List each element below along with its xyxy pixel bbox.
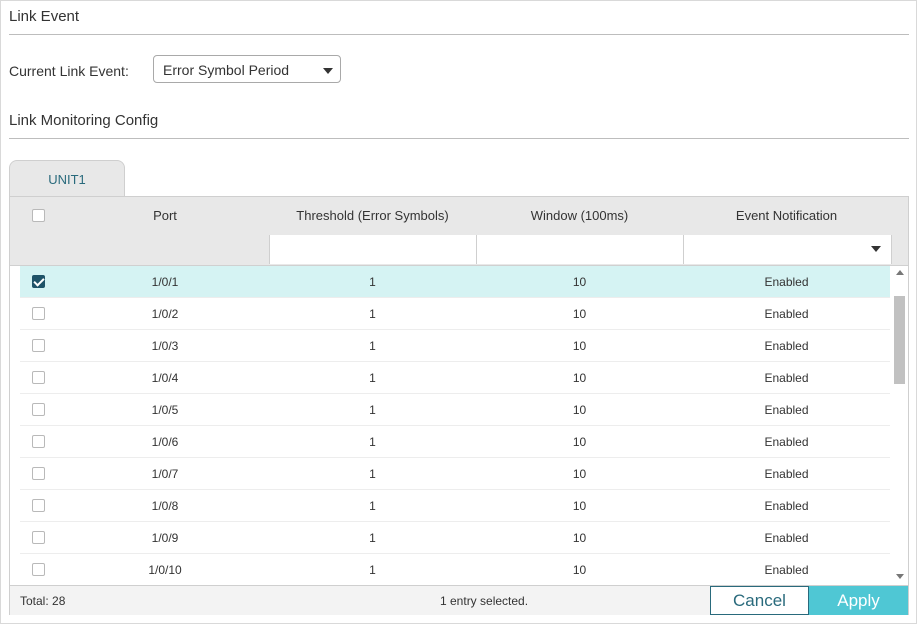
table-row[interactable]: 1/0/3 1 10 Enabled	[20, 330, 890, 362]
table-row[interactable]: 1/0/7 1 10 Enabled	[20, 458, 890, 490]
port-cell: 1/0/4	[151, 371, 179, 385]
event-notification-cell: Enabled	[764, 275, 809, 289]
scrollbar-thumb[interactable]	[894, 296, 905, 384]
column-header-threshold[interactable]: Threshold (Error Symbols)	[270, 208, 475, 223]
event-notification-cell: Enabled	[764, 467, 809, 481]
current-link-event-label: Current Link Event:	[9, 63, 129, 79]
table-body: 1/0/1 1 10 Enabled 1/0/2 1 10 Enabled 1/0/3 1 10 En…	[10, 266, 890, 586]
table-row[interactable]: 1/0/6 1 10 Enabled	[20, 426, 890, 458]
port-cell: 1/0/2	[151, 307, 179, 321]
row-checkbox[interactable]	[32, 563, 45, 576]
link-monitoring-table: Port Threshold (Error Symbols) Window (1…	[9, 196, 909, 615]
select-all-checkbox[interactable]	[32, 209, 45, 222]
window-cell: 10	[572, 563, 587, 577]
threshold-cell: 1	[369, 435, 376, 449]
table-row[interactable]: 1/0/8 1 10 Enabled	[20, 490, 890, 522]
scroll-down-arrow-icon[interactable]	[896, 574, 904, 579]
current-link-event-select[interactable]: Error Symbol Period	[153, 55, 341, 83]
port-cell: 1/0/6	[151, 435, 179, 449]
port-cell: 1/0/1	[151, 275, 179, 289]
total-count: Total: 28	[20, 594, 66, 608]
row-checkbox[interactable]	[32, 499, 45, 512]
link-event-section-title: Link Event	[9, 8, 80, 25]
threshold-cell: 1	[369, 307, 376, 321]
port-cell: 1/0/7	[151, 467, 179, 481]
table-row[interactable]: 1/0/2 1 10 Enabled	[20, 298, 890, 330]
row-checkbox[interactable]	[32, 467, 45, 480]
port-cell: 1/0/10	[148, 563, 182, 577]
row-checkbox[interactable]	[32, 435, 45, 448]
chevron-down-icon	[323, 68, 333, 74]
link-monitoring-section-title: Link Monitoring Config	[9, 112, 159, 129]
table-row[interactable]: 1/0/4 1 10 Enabled	[20, 362, 890, 394]
window-filter-input[interactable]	[476, 235, 683, 264]
window-cell: 10	[572, 467, 587, 481]
row-checkbox[interactable]	[32, 275, 45, 288]
event-notification-filter-select[interactable]	[683, 235, 892, 264]
current-link-event-value: Error Symbol Period	[163, 62, 290, 78]
row-checkbox[interactable]	[32, 307, 45, 320]
event-notification-cell: Enabled	[764, 563, 809, 577]
event-notification-cell: Enabled	[764, 339, 809, 353]
apply-button[interactable]: Apply	[809, 586, 908, 615]
table-row[interactable]: 1/0/10 1 10 Enabled	[20, 554, 890, 586]
cancel-button[interactable]: Cancel	[710, 586, 809, 615]
port-cell: 1/0/9	[151, 531, 179, 545]
column-header-event-notification[interactable]: Event Notification	[684, 208, 889, 223]
scroll-up-arrow-icon[interactable]	[896, 270, 904, 275]
event-notification-cell: Enabled	[764, 499, 809, 513]
window-cell: 10	[572, 275, 587, 289]
threshold-cell: 1	[369, 403, 376, 417]
threshold-cell: 1	[369, 467, 376, 481]
window-cell: 10	[572, 531, 587, 545]
window-cell: 10	[572, 371, 587, 385]
link-event-page: Link Event Current Link Event: Error Sym…	[0, 0, 917, 624]
window-cell: 10	[572, 403, 587, 417]
section-divider	[9, 138, 909, 139]
port-cell: 1/0/5	[151, 403, 179, 417]
port-cell: 1/0/8	[151, 499, 179, 513]
table-row[interactable]: 1/0/1 1 10 Enabled	[20, 266, 890, 298]
threshold-cell: 1	[369, 339, 376, 353]
row-checkbox[interactable]	[32, 339, 45, 352]
event-notification-cell: Enabled	[764, 531, 809, 545]
threshold-cell: 1	[369, 563, 376, 577]
section-divider	[9, 34, 909, 35]
table-row[interactable]: 1/0/5 1 10 Enabled	[20, 394, 890, 426]
event-notification-cell: Enabled	[764, 435, 809, 449]
window-cell: 10	[572, 499, 587, 513]
table-header: Port Threshold (Error Symbols) Window (1…	[10, 197, 908, 236]
table-footer: Total: 28 1 entry selected. Cancel Apply	[10, 585, 908, 615]
threshold-cell: 1	[369, 371, 376, 385]
threshold-cell: 1	[369, 499, 376, 513]
threshold-cell: 1	[369, 531, 376, 545]
event-notification-cell: Enabled	[764, 403, 809, 417]
window-cell: 10	[572, 307, 587, 321]
tab-unit1[interactable]: UNIT1	[9, 160, 125, 197]
event-notification-cell: Enabled	[764, 307, 809, 321]
table-row[interactable]: 1/0/9 1 10 Enabled	[20, 522, 890, 554]
column-header-port[interactable]: Port	[70, 208, 260, 223]
row-checkbox[interactable]	[32, 531, 45, 544]
selection-status: 1 entry selected.	[440, 594, 529, 608]
table-scrollbar[interactable]	[892, 266, 908, 585]
window-cell: 10	[572, 339, 587, 353]
threshold-cell: 1	[369, 275, 376, 289]
column-header-window[interactable]: Window (100ms)	[477, 208, 682, 223]
row-checkbox[interactable]	[32, 371, 45, 384]
window-cell: 10	[572, 435, 587, 449]
row-checkbox[interactable]	[32, 403, 45, 416]
filter-row	[10, 235, 908, 266]
threshold-filter-input[interactable]	[269, 235, 476, 264]
tab-label: UNIT1	[48, 172, 86, 187]
port-cell: 1/0/3	[151, 339, 179, 353]
chevron-down-icon	[871, 246, 881, 252]
event-notification-cell: Enabled	[764, 371, 809, 385]
